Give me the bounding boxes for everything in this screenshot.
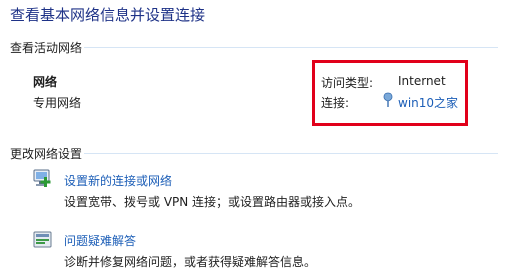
wifi-signal-icon <box>383 92 393 111</box>
network-name: 网络 <box>33 75 58 89</box>
access-type-label: 访问类型: <box>321 76 374 90</box>
section-divider <box>84 153 498 154</box>
active-networks-heading: 查看活动网络 <box>10 41 83 55</box>
page-title: 查看基本网络信息并设置连接 <box>10 6 206 24</box>
new-connection-icon <box>32 168 54 195</box>
network-type: 专用网络 <box>33 96 82 110</box>
troubleshoot-desc: 诊断并修复网络问题，或者获得疑难解答信息。 <box>64 255 317 269</box>
troubleshoot-icon <box>33 230 53 253</box>
setup-connection-desc: 设置宽带、拨号或 VPN 连接；或设置路由器或接入点。 <box>64 195 361 209</box>
setup-connection-link[interactable]: 设置新的连接或网络 <box>64 172 172 189</box>
access-type-value: Internet <box>398 74 446 88</box>
troubleshoot-link[interactable]: 问题疑难解答 <box>64 232 136 249</box>
connection-label: 连接: <box>321 96 350 110</box>
connection-link[interactable]: win10之家 <box>398 94 458 111</box>
section-divider <box>84 47 498 48</box>
change-settings-heading: 更改网络设置 <box>10 147 83 161</box>
